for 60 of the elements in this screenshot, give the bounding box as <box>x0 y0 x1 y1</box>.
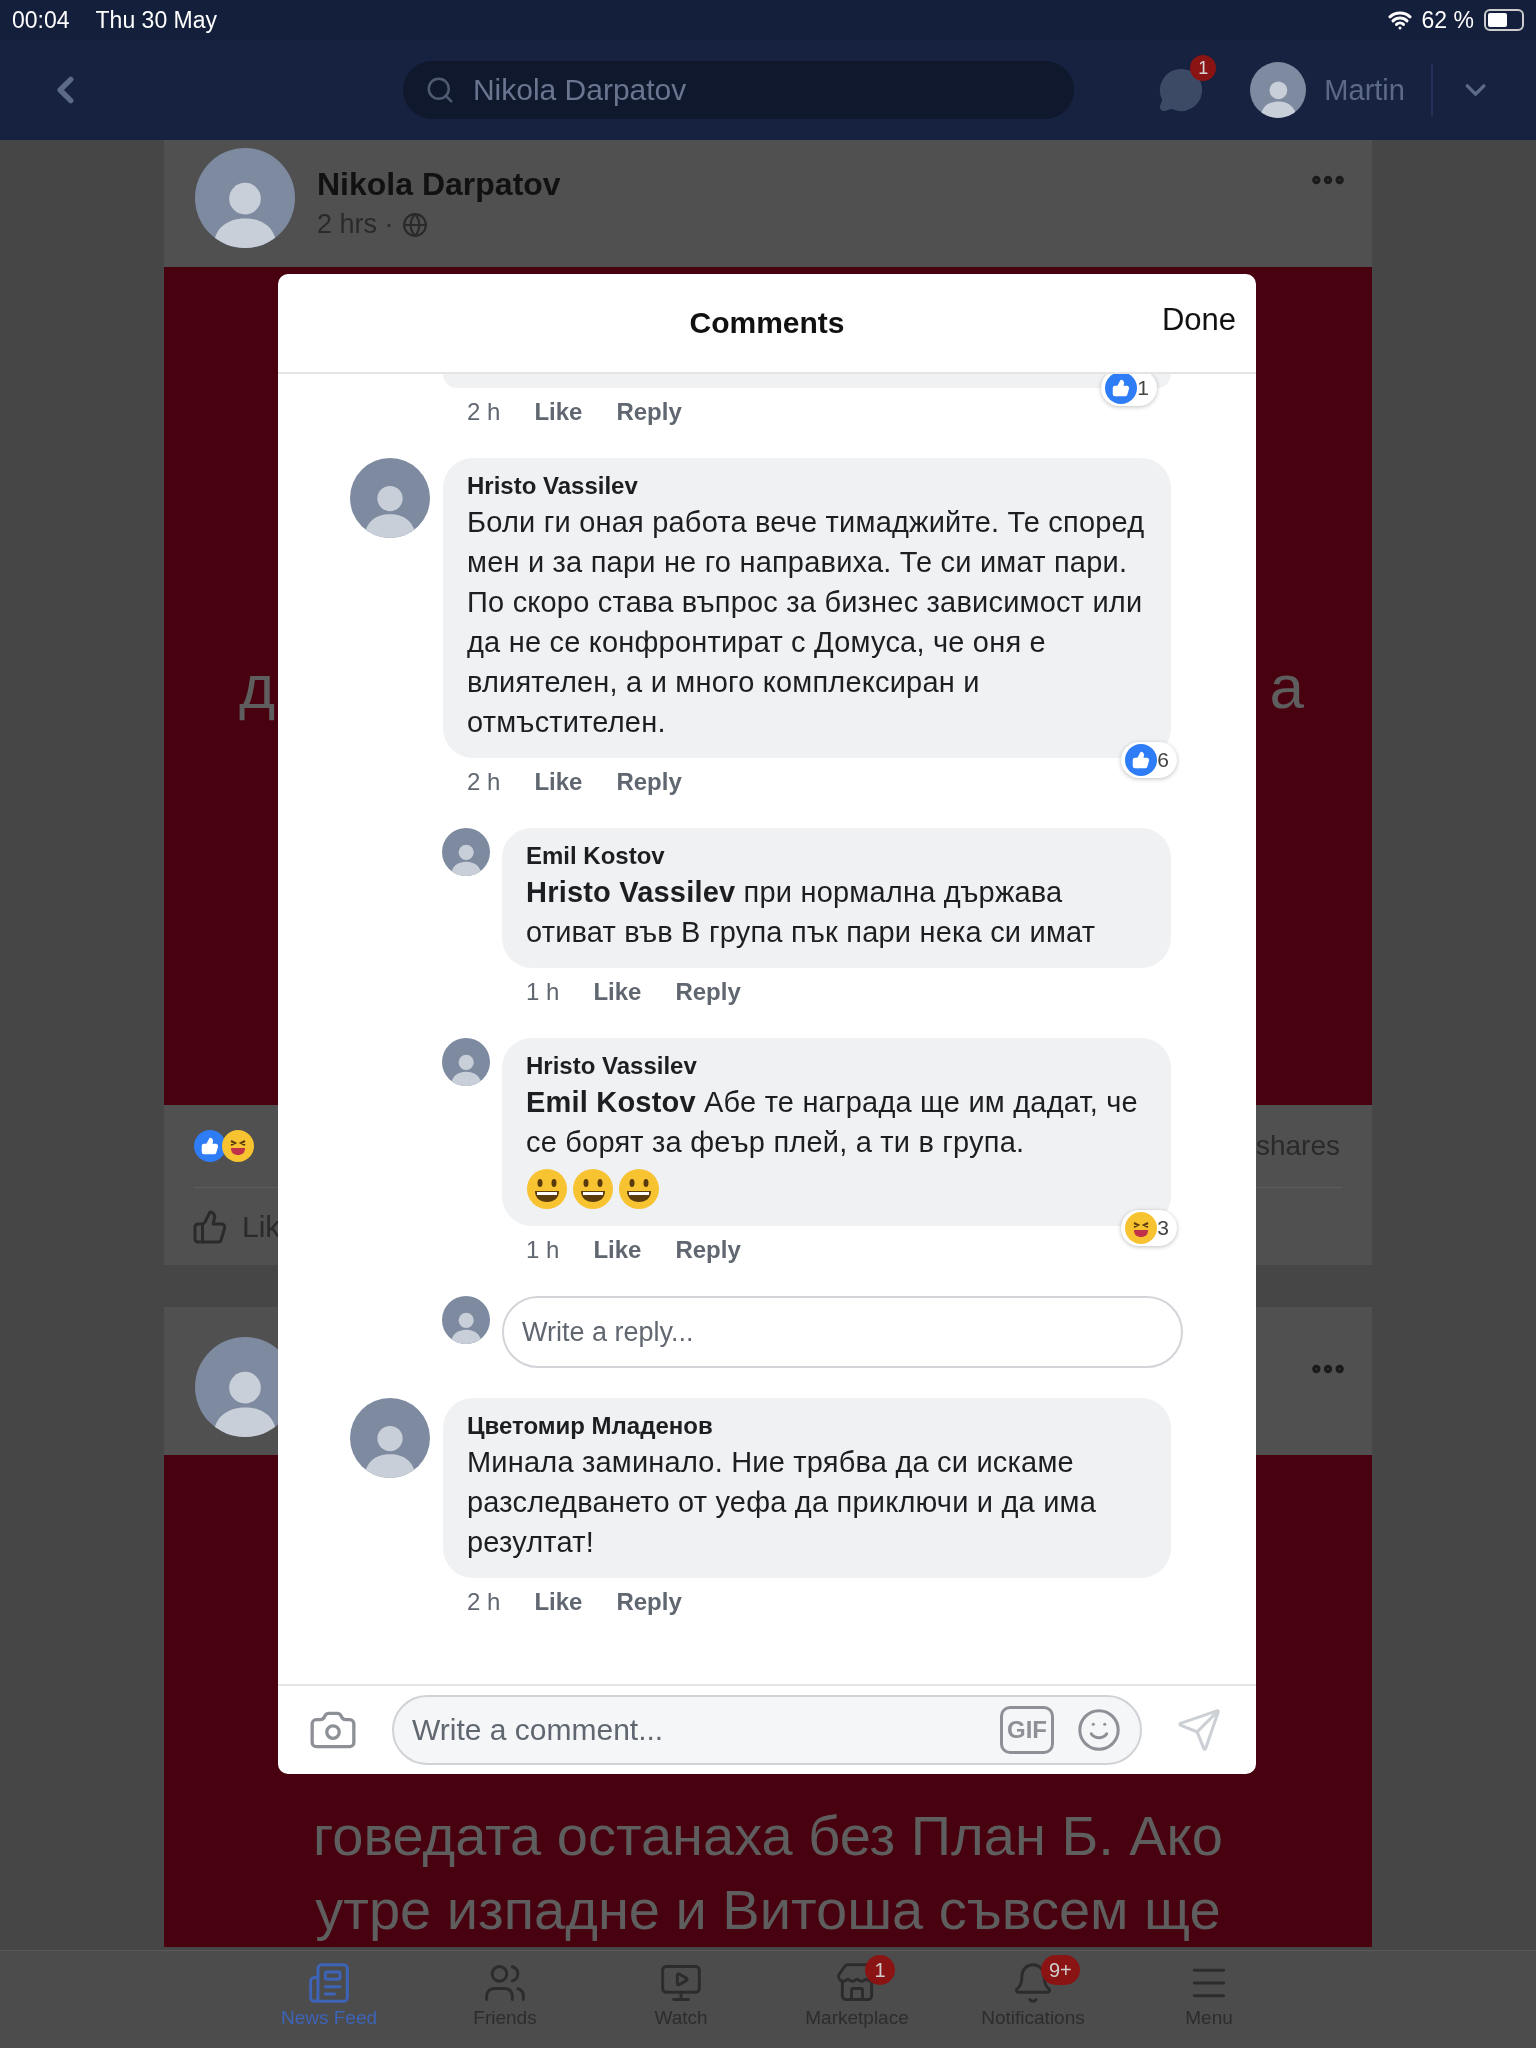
search-field[interactable]: Nikola Darpatov <box>402 61 1075 119</box>
like-reaction-icon <box>1105 374 1138 404</box>
status-time: 00:04 <box>12 6 70 34</box>
avatar <box>442 1038 490 1086</box>
like-link[interactable]: Like <box>593 1236 642 1264</box>
comment-input[interactable]: Write a comment... GIF <box>392 1695 1142 1765</box>
avatar <box>442 1296 490 1344</box>
notification-badge: 1 <box>865 1955 895 1985</box>
comment-author[interactable]: Цветомир Младенов <box>467 1410 1147 1442</box>
done-button[interactable]: Done <box>1161 302 1236 338</box>
like-link[interactable]: Like <box>593 978 642 1006</box>
grinning-emoji-icon <box>618 1168 660 1210</box>
comment-text: Hristo Vassilev при нормална държава отиват във В група пък пари нека си имат <box>526 875 1097 950</box>
status-date: Thu 30 May <box>95 6 217 34</box>
battery-icon <box>1484 9 1524 31</box>
news-feed-icon <box>307 1961 351 2005</box>
like-reaction-icon <box>194 1130 226 1162</box>
send-icon[interactable] <box>1176 1707 1222 1753</box>
comment-time: 2 h <box>467 1588 501 1616</box>
comment-time: 2 h <box>467 398 501 426</box>
like-link[interactable]: Like <box>534 398 583 426</box>
like-reaction-icon <box>1125 744 1158 776</box>
notification-badge: 9+ <box>1041 1955 1080 1985</box>
comment-time: 1 h <box>526 1236 560 1264</box>
reply-link[interactable]: Reply <box>675 978 741 1006</box>
post-text: утре изпадне и Витоша съвсем ще <box>315 1877 1221 1943</box>
notification-badge: 1 <box>1190 55 1217 81</box>
like-icon <box>192 1208 228 1245</box>
comment-text: Боли ги оная работа вече тимаджийте. Те според мен и за пари не го направиха. Те си имат пари. По скоро става въпрос за бизнес зависимост или да не се конфронтират с Домуса, че оня е влиятелен, а и много комплексиран и отмъстителен. <box>467 505 1146 740</box>
reply-link[interactable]: Reply <box>616 398 682 426</box>
like-link[interactable]: Like <box>534 1588 583 1616</box>
post-text: говедата останаха без План Б. Ако <box>313 1803 1223 1869</box>
comment-text: Минала заминало. Ние трябва да си искаме разследването от уефа да приключи и да има резултат! <box>467 1445 1098 1560</box>
comment-author[interactable]: Emil Kostov <box>526 840 1147 872</box>
user-name[interactable]: Martin <box>1324 73 1405 107</box>
dialog-title: Comments <box>689 306 845 340</box>
avatar <box>442 828 490 876</box>
post-text: д <box>239 650 276 722</box>
gif-button[interactable]: GIF <box>1000 1706 1054 1754</box>
reply-link[interactable]: Reply <box>616 1588 682 1616</box>
reaction-count[interactable]: 3 <box>1121 1210 1177 1246</box>
post-text: а <box>1269 650 1304 722</box>
like-link[interactable]: Like <box>534 768 583 796</box>
battery-percent: 62 % <box>1421 6 1474 34</box>
comment-time: 1 h <box>526 978 560 1006</box>
laughing-reaction-icon <box>1125 1212 1158 1244</box>
reaction-count[interactable]: 1 <box>1101 374 1157 406</box>
laughing-reaction-icon <box>222 1130 254 1162</box>
reply-link[interactable]: Reply <box>675 1236 741 1264</box>
comment-time: 2 h <box>467 768 501 796</box>
globe-icon <box>401 211 428 238</box>
reaction-count[interactable]: 6 <box>1121 742 1177 778</box>
emoji-icon[interactable] <box>1076 1707 1122 1753</box>
comment-author[interactable]: Hristo Vassilev <box>526 1050 1147 1082</box>
reply-input[interactable]: Write a reply... <box>502 1296 1183 1368</box>
comment-author[interactable]: Hristo Vassilev <box>467 470 1147 502</box>
grinning-emoji-icon <box>572 1168 614 1210</box>
grinning-emoji-icon <box>526 1168 568 1210</box>
reply-link[interactable]: Reply <box>616 768 682 796</box>
comment-text: Emil Kostov Абе те награда ще им дадат, че се борят за феър плей, а ти в група. <box>526 1085 1139 1160</box>
